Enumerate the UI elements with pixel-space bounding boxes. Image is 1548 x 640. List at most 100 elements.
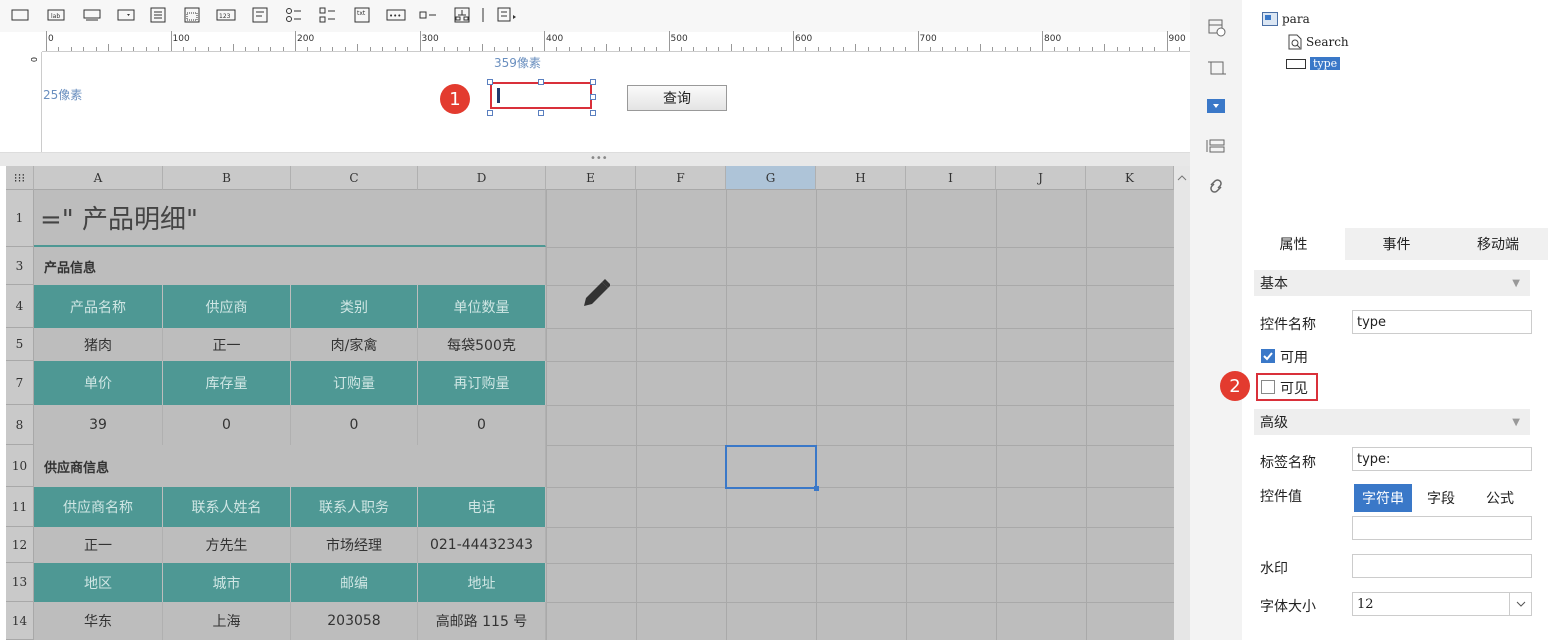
row-header-14[interactable]: 14 <box>6 602 34 640</box>
watermark-input[interactable] <box>1352 554 1532 578</box>
fill-handle[interactable] <box>814 486 819 491</box>
header-cell[interactable]: 库存量 <box>163 361 291 405</box>
radio-group-icon[interactable] <box>284 6 304 24</box>
column-header-B[interactable]: B <box>163 166 291 190</box>
enabled-checkbox[interactable] <box>1261 349 1275 363</box>
row-header-12[interactable]: 12 <box>6 527 34 563</box>
tree-node-type[interactable]: type <box>1286 57 1341 70</box>
data-cell[interactable]: 39 <box>34 405 163 445</box>
data-cell[interactable]: 高邮路 115 号 <box>418 602 546 640</box>
header-cell[interactable]: 产品名称 <box>34 285 163 328</box>
resize-handle[interactable] <box>538 110 544 116</box>
checkbox-group-icon[interactable] <box>318 6 338 24</box>
resize-handle[interactable] <box>590 94 596 100</box>
row-header-1[interactable]: 1 <box>6 190 34 247</box>
tree-icon[interactable] <box>452 6 472 24</box>
row-header-11[interactable]: 11 <box>6 487 34 527</box>
tab-properties[interactable]: 属性 <box>1242 228 1345 260</box>
header-cell[interactable]: 城市 <box>163 563 291 602</box>
resize-handle[interactable] <box>487 79 493 85</box>
data-cell[interactable]: 上海 <box>163 602 291 640</box>
data-cell[interactable]: 市场经理 <box>291 527 418 563</box>
column-header-F[interactable]: F <box>636 166 726 190</box>
column-header-G[interactable]: G <box>726 166 816 190</box>
panel-splitter[interactable]: ••• <box>0 152 1190 166</box>
widget-settings-icon[interactable] <box>1207 18 1227 42</box>
tab-events[interactable]: 事件 <box>1345 228 1448 260</box>
resize-handle[interactable] <box>538 79 544 85</box>
section-advanced[interactable]: 高级 ▼ <box>1254 409 1530 435</box>
header-cell[interactable]: 供应商名称 <box>34 487 163 527</box>
header-cell[interactable]: 地区 <box>34 563 163 602</box>
data-cell[interactable]: 每袋500克 <box>418 328 546 361</box>
visible-checkbox[interactable] <box>1261 380 1275 394</box>
value-mode-formula[interactable]: 公式 <box>1470 484 1530 512</box>
data-cell[interactable]: 肉/家禽 <box>291 328 418 361</box>
pencil-icon[interactable] <box>580 276 610 310</box>
select-all-corner[interactable]: ⁝⁝⁝ <box>6 166 34 190</box>
tree-node-para[interactable]: para <box>1262 12 1310 26</box>
report-sheet[interactable]: ⁝⁝⁝ ABCDEFGHIJK 1 3 4 5 7 8 10 11 12 13 14 =" 产品明细… <box>6 166 1175 640</box>
column-header-K[interactable]: K <box>1086 166 1174 190</box>
data-cell[interactable]: 203058 <box>291 602 418 640</box>
value-mode-field[interactable]: 字段 <box>1412 484 1470 512</box>
header-cell[interactable]: 单价 <box>34 361 163 405</box>
tree-node-search[interactable]: Search <box>1288 34 1349 50</box>
data-cell[interactable]: 方先生 <box>163 527 291 563</box>
dropdown-tree-icon[interactable] <box>148 6 168 24</box>
data-cell[interactable]: 猪肉 <box>34 328 163 361</box>
header-cell[interactable]: 联系人职务 <box>291 487 418 527</box>
header-cell[interactable]: 邮编 <box>291 563 418 602</box>
button-icon[interactable] <box>82 6 102 24</box>
textarea-icon[interactable] <box>250 6 270 24</box>
resize-handle[interactable] <box>590 110 596 116</box>
header-cell[interactable]: 订购量 <box>291 361 418 405</box>
font-size-select[interactable]: 12 <box>1352 592 1532 616</box>
column-header-I[interactable]: I <box>906 166 996 190</box>
widget-name-input[interactable]: type <box>1352 310 1532 334</box>
header-cell[interactable]: 联系人姓名 <box>163 487 291 527</box>
frame-icon[interactable] <box>1207 58 1227 82</box>
resize-handle[interactable] <box>590 79 596 85</box>
data-cell[interactable]: 021-44432343 <box>418 527 546 563</box>
header-cell[interactable]: 再订购量 <box>418 361 546 405</box>
value-mode-string[interactable]: 字符串 <box>1354 484 1412 512</box>
selected-cell-outline[interactable] <box>725 445 817 489</box>
title-cell[interactable]: =" 产品明细" <box>34 190 546 247</box>
row-header-5[interactable]: 5 <box>6 328 34 361</box>
chevron-down-icon[interactable] <box>1509 593 1531 615</box>
header-cell[interactable]: 供应商 <box>163 285 291 328</box>
password-icon[interactable]: ••• <box>386 6 406 24</box>
column-header-C[interactable]: C <box>291 166 418 190</box>
date-icon[interactable] <box>182 6 202 24</box>
row-header-10[interactable]: 10 <box>6 445 34 487</box>
vertical-scrollbar[interactable] <box>1174 166 1190 640</box>
tag-name-input[interactable]: type: <box>1352 447 1532 471</box>
column-header-J[interactable]: J <box>996 166 1086 190</box>
data-cell[interactable]: 0 <box>163 405 291 445</box>
data-cell[interactable]: 0 <box>418 405 546 445</box>
row-header-3[interactable]: 3 <box>6 247 34 285</box>
header-cell[interactable]: 电话 <box>418 487 546 527</box>
checkbox-icon[interactable] <box>418 6 438 24</box>
row-header-8[interactable]: 8 <box>6 405 34 445</box>
data-cell[interactable]: 正一 <box>34 527 163 563</box>
textbox-icon[interactable] <box>10 6 30 24</box>
section-header-cell[interactable]: 产品信息 <box>34 247 546 285</box>
number-icon[interactable]: 123 <box>216 6 236 24</box>
header-cell[interactable]: 地址 <box>418 563 546 602</box>
label-icon[interactable]: lab <box>46 6 66 24</box>
resize-handle[interactable] <box>487 110 493 116</box>
dropdown-icon[interactable] <box>116 6 136 24</box>
layout-icon[interactable] <box>1206 138 1226 158</box>
row-header-7[interactable]: 7 <box>6 361 34 405</box>
type-widget[interactable] <box>490 82 592 109</box>
column-header-H[interactable]: H <box>816 166 906 190</box>
section-basic[interactable]: 基本 ▼ <box>1254 270 1530 296</box>
column-header-E[interactable]: E <box>546 166 636 190</box>
data-cell[interactable]: 华东 <box>34 602 163 640</box>
column-header-D[interactable]: D <box>418 166 546 190</box>
link-icon[interactable] <box>1206 176 1226 200</box>
header-cell[interactable]: 类别 <box>291 285 418 328</box>
row-header-13[interactable]: 13 <box>6 563 34 602</box>
